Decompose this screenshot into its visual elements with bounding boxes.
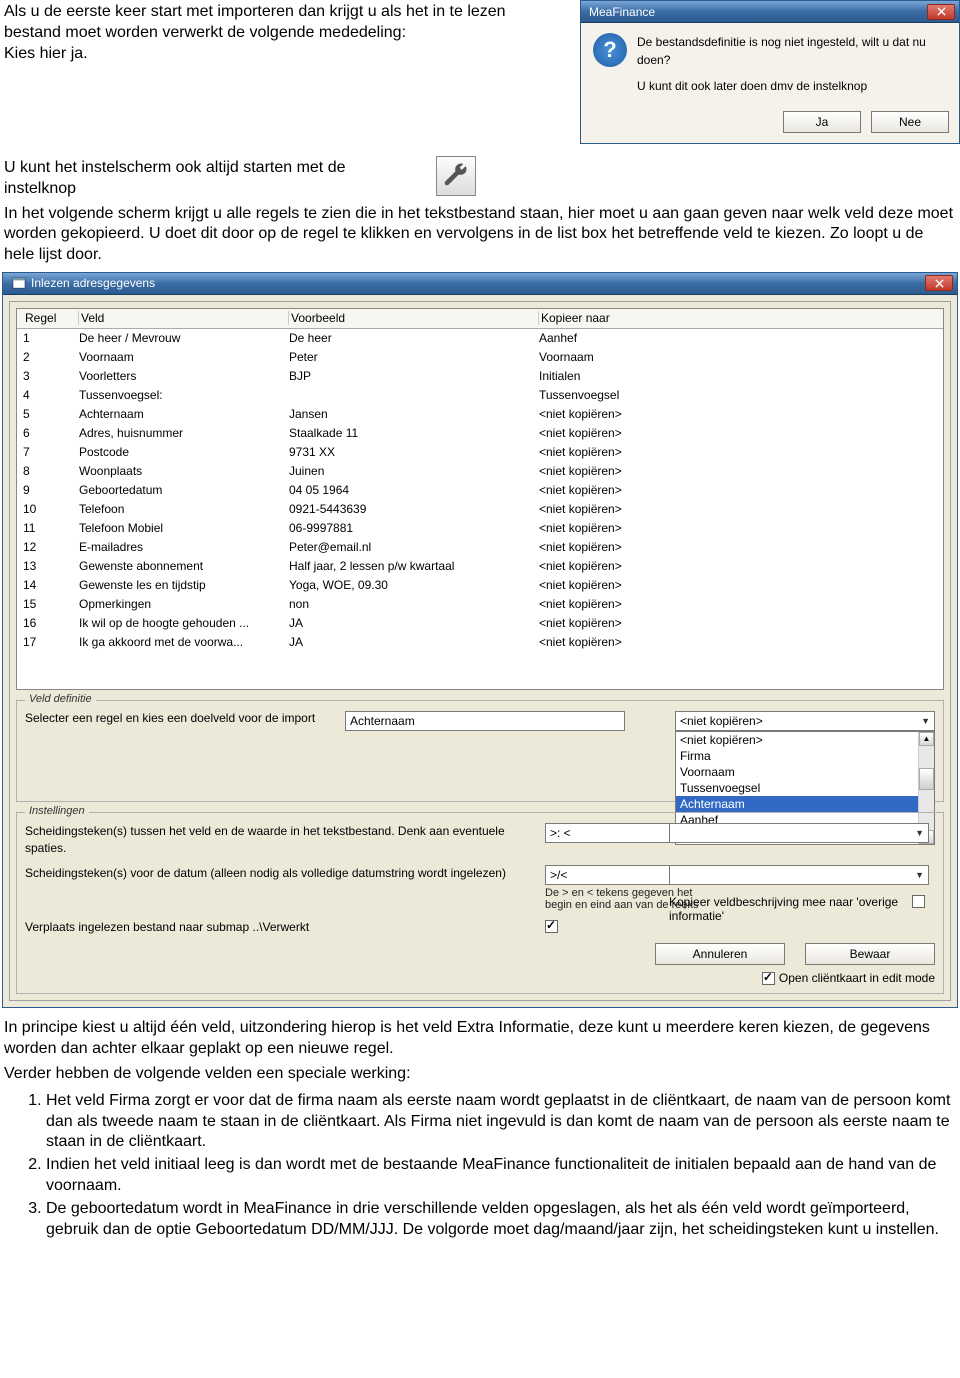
- table-row[interactable]: 8WoonplaatsJuinen<niet kopiëren>: [17, 462, 943, 481]
- table-row[interactable]: 15Opmerkingennon<niet kopiëren>: [17, 595, 943, 614]
- scroll-thumb[interactable]: [919, 768, 934, 790]
- outro-list: Het veld Firma zorgt er voor dat de firm…: [18, 1091, 960, 1241]
- separator-input[interactable]: [545, 823, 675, 843]
- list-item: Indien het veld initiaal leeg is dan wor…: [46, 1155, 960, 1197]
- header-kopieer: Kopieer naar: [539, 311, 937, 325]
- list-item[interactable]: Tussenvoegsel: [676, 780, 918, 796]
- dialog-message-2: U kunt dit ook later doen dmv de instelk…: [637, 77, 947, 95]
- velddef-label: Selecter een regel en kies een doelveld …: [25, 711, 335, 727]
- dialog-title: MeaFinance: [589, 5, 925, 19]
- outro-p1: In principe kiest u altijd één veld, uit…: [0, 1016, 960, 1062]
- table-row[interactable]: 11Telefoon Mobiel06-9997881<niet kopiëre…: [17, 519, 943, 538]
- table-row[interactable]: 12E-mailadresPeter@email.nl<niet kopiëre…: [17, 538, 943, 557]
- close-icon[interactable]: [925, 275, 953, 291]
- question-icon: ?: [593, 33, 627, 67]
- dialog-message-1: De bestandsdefinitie is nog niet ingeste…: [637, 33, 947, 69]
- chevron-down-icon: ▼: [921, 716, 930, 726]
- table-row[interactable]: 6Adres, huisnummerStaalkade 11<niet kopi…: [17, 424, 943, 443]
- list-item: Het veld Firma zorgt er voor dat de firm…: [46, 1091, 960, 1153]
- table-row[interactable]: 7Postcode9731 XX<niet kopiëren>: [17, 443, 943, 462]
- list-item[interactable]: Achternaam: [676, 796, 918, 812]
- velddef-legend: Veld definitie: [25, 693, 96, 705]
- list-item: De geboortedatum wordt in MeaFinance in …: [46, 1199, 960, 1241]
- paragraph-3: In het volgende scherm krijgt u alle reg…: [0, 202, 960, 268]
- table-row[interactable]: 3VoorlettersBJPInitialen: [17, 367, 943, 386]
- table-header: Regel Veld Voorbeeld Kopieer naar: [17, 309, 943, 329]
- header-veld: Veld: [79, 311, 289, 325]
- scroll-up-icon[interactable]: ▲: [919, 732, 934, 746]
- field-mapping-table[interactable]: Regel Veld Voorbeeld Kopieer naar 1De he…: [16, 308, 944, 690]
- move-file-checkbox[interactable]: [545, 920, 558, 933]
- paragraph-2: U kunt het instelscherm ook altijd start…: [0, 156, 420, 202]
- copy-desc-label: Kopieer veldbeschrijving mee naar 'overi…: [669, 895, 912, 923]
- table-row[interactable]: 13Gewenste abonnementHalf jaar, 2 lessen…: [17, 557, 943, 576]
- list-item[interactable]: Voornaam: [676, 764, 918, 780]
- inst-right-select-2[interactable]: ▼: [669, 865, 929, 885]
- open-editmode-checkbox[interactable]: [762, 972, 775, 985]
- window-icon: [11, 275, 27, 291]
- table-row[interactable]: 14Gewenste les en tijdstipYoga, WOE, 09.…: [17, 576, 943, 595]
- open-editmode-label: Open cliëntkaart in edit mode: [779, 971, 935, 985]
- wrench-icon[interactable]: [436, 156, 476, 196]
- table-row[interactable]: 1De heer / MevrouwDe heerAanhef: [17, 329, 943, 348]
- inst-r2-label: Scheidingsteken(s) voor de datum (alleen…: [25, 865, 535, 882]
- table-row[interactable]: 17Ik ga akkoord met de voorwa...JA<niet …: [17, 633, 943, 652]
- velddef-input[interactable]: [345, 711, 625, 731]
- date-separator-input[interactable]: [545, 865, 675, 885]
- header-regel: Regel: [23, 311, 79, 325]
- table-row[interactable]: 10Telefoon0921-5443639<niet kopiëren>: [17, 500, 943, 519]
- table-row[interactable]: 16Ik wil op de hoogte gehouden ...JA<nie…: [17, 614, 943, 633]
- messagebox-dialog: MeaFinance ? De bestandsdefinitie is nog…: [580, 0, 960, 144]
- cancel-button[interactable]: Annuleren: [655, 943, 785, 965]
- velddef-select-value: <niet kopiëren>: [680, 714, 763, 728]
- instellingen-group: Instellingen Scheidingsteken(s) tussen h…: [16, 812, 944, 994]
- copy-desc-checkbox[interactable]: [912, 895, 925, 908]
- table-row[interactable]: 2VoornaamPeterVoornaam: [17, 348, 943, 367]
- yes-button[interactable]: Ja: [783, 111, 861, 133]
- table-row[interactable]: 4Tussenvoegsel:Tussenvoegsel: [17, 386, 943, 405]
- no-button[interactable]: Nee: [871, 111, 949, 133]
- inst-r3-label: Verplaats ingelezen bestand naar submap …: [25, 919, 535, 936]
- inst-r1-label: Scheidingsteken(s) tussen het veld en de…: [25, 823, 535, 857]
- veld-definitie-group: Veld definitie Selecter een regel en kie…: [16, 700, 944, 802]
- list-item[interactable]: <niet kopiëren>: [676, 732, 918, 748]
- intro-paragraph: Als u de eerste keer start met importere…: [0, 0, 568, 66]
- inst-legend: Instellingen: [25, 805, 89, 817]
- save-button[interactable]: Bewaar: [805, 943, 935, 965]
- table-row[interactable]: 9Geboortedatum04 05 1964<niet kopiëren>: [17, 481, 943, 500]
- chevron-down-icon: ▼: [915, 870, 924, 880]
- inst-right-select-1[interactable]: ▼: [669, 823, 929, 843]
- header-voorbeeld: Voorbeeld: [289, 311, 539, 325]
- chevron-down-icon: ▼: [915, 828, 924, 838]
- velddef-select[interactable]: <niet kopiëren> ▼: [675, 711, 935, 731]
- table-row[interactable]: 5AchternaamJansen<niet kopiëren>: [17, 405, 943, 424]
- outro-p2: Verder hebben de volgende velden een spe…: [0, 1062, 960, 1087]
- close-icon[interactable]: [927, 4, 955, 20]
- window-title: Inlezen adresgegevens: [31, 276, 923, 290]
- list-item[interactable]: Firma: [676, 748, 918, 764]
- inlezen-window: Inlezen adresgegevens Regel Veld Voorbee…: [2, 272, 958, 1008]
